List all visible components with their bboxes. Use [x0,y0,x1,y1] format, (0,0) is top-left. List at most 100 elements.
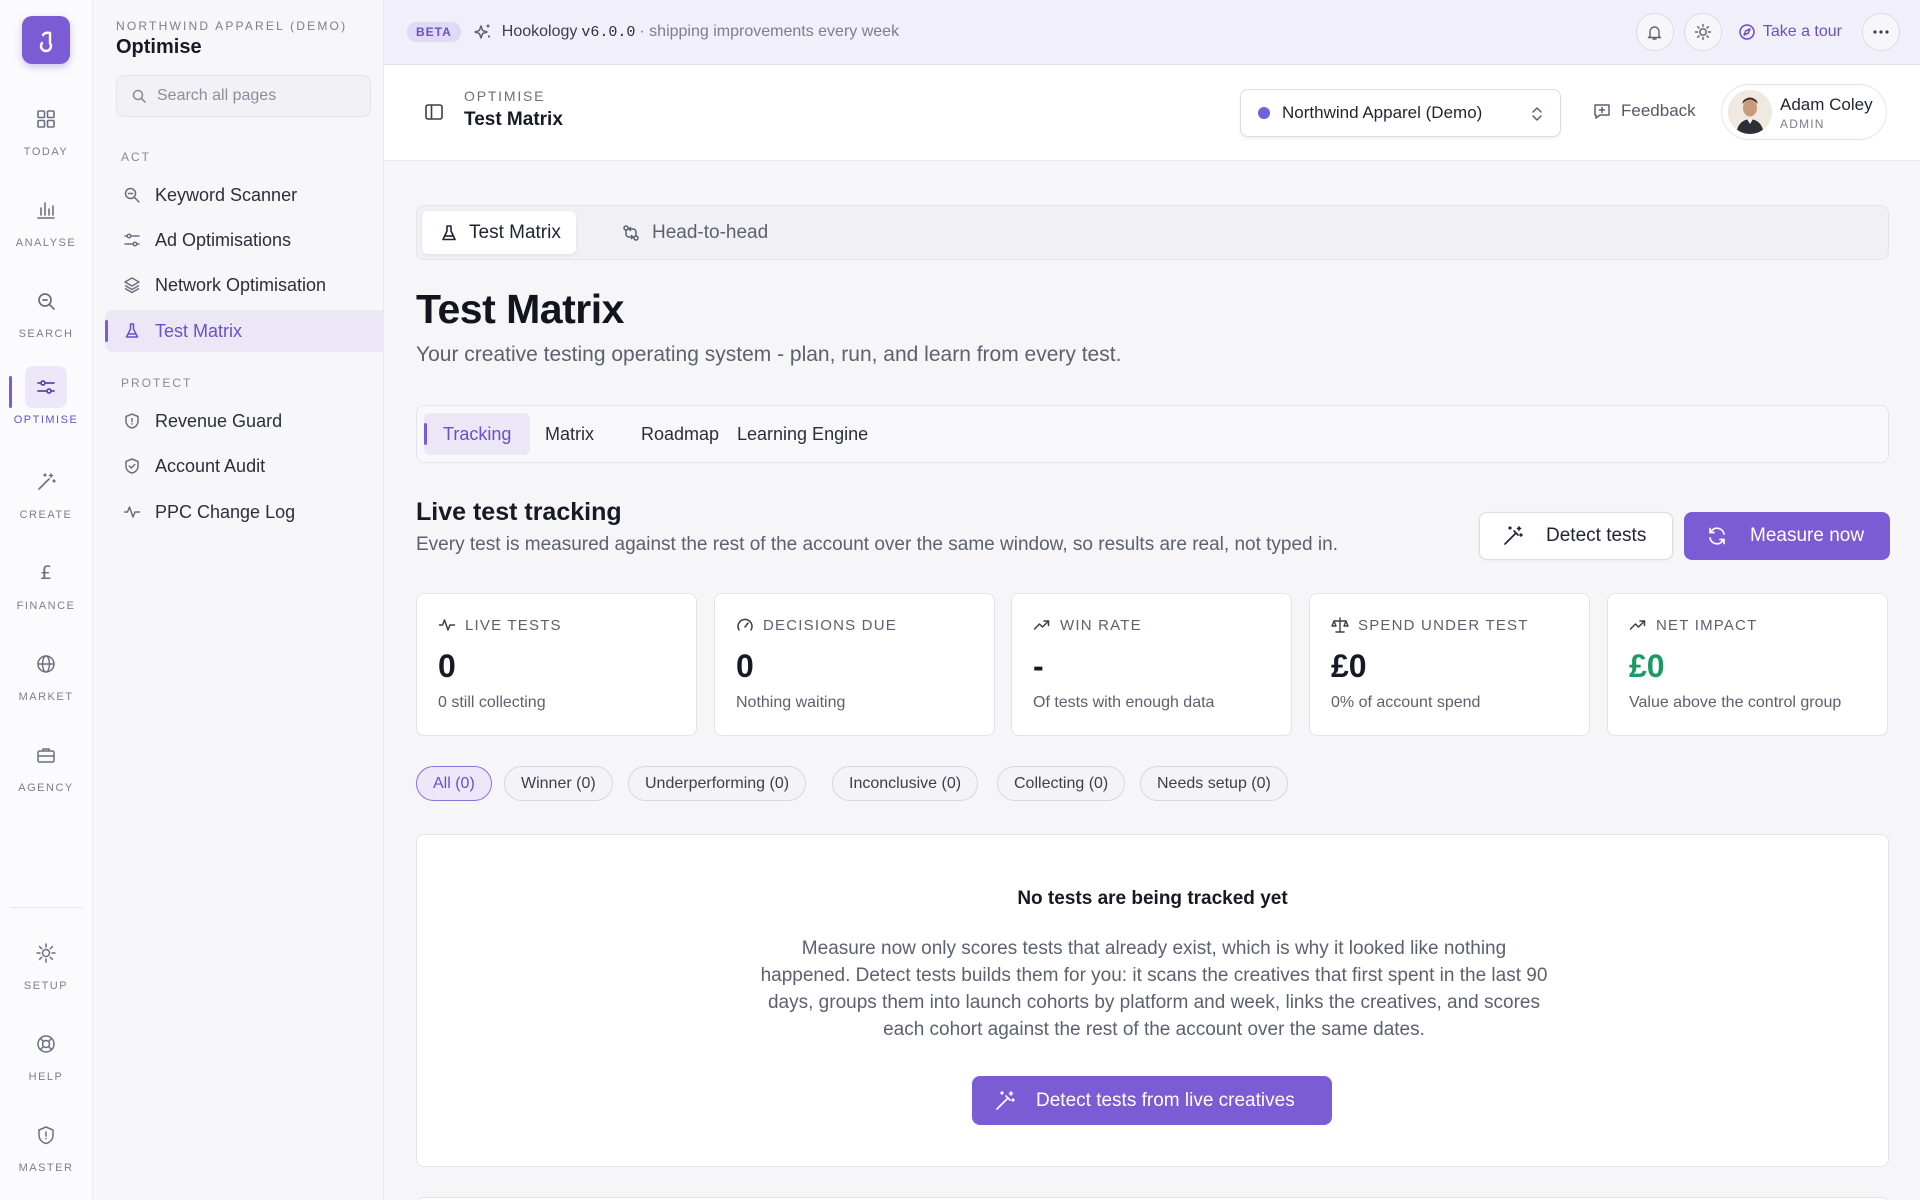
account-selector[interactable]: Northwind Apparel (Demo) [1240,89,1561,137]
sidebar-title: Optimise [116,36,202,58]
search-icon [131,88,147,104]
sidebar-toggle-icon[interactable] [424,102,444,122]
take-a-tour-link[interactable]: Take a tour [1738,23,1842,41]
detect-tests-button[interactable]: Detect tests [1479,512,1673,560]
rail-item-optimise[interactable]: Optimise [0,366,92,446]
sidebar-item-label: Ad Optimisations [155,229,292,250]
filter-chip-underperforming[interactable]: Underperforming (0) [628,766,807,801]
stat-value: £0 [1629,648,1665,684]
tab-label: Head-to-head [652,221,769,243]
sidebar-item-ad-optimisations[interactable]: Ad Optimisations [105,219,383,261]
trending-up-icon [1629,616,1647,634]
scale-icon [1331,616,1349,634]
filter-chip-inconclusive[interactable]: Inconclusive (0) [832,766,979,801]
pound-icon: £ [39,562,53,584]
stat-subtext: Of tests with enough data [1033,694,1215,711]
sidebar-item-test-matrix[interactable]: Test Matrix [105,310,383,352]
notifications-button[interactable] [1635,13,1674,51]
tab-label: Test Matrix [469,221,561,243]
sidebar-item-label: Keyword Scanner [155,184,298,205]
detect-tests-from-live-creatives-button[interactable]: Detect tests from live creatives [972,1076,1332,1125]
chevron-up-down-icon [1530,105,1544,123]
rail-item-help[interactable]: Help [0,1023,92,1103]
user-name: Adam Coley [1780,95,1873,114]
sliders-icon [25,366,67,408]
section-title: Live test tracking [416,498,622,526]
sidebar-item-label: Test Matrix [155,320,243,341]
rail-item-finance[interactable]: £ Finance [0,552,92,632]
beta-badge: BETA [407,22,461,42]
breadcrumb-page: Test Matrix [464,109,563,130]
sidebar-item-revenue-guard[interactable]: Revenue Guard [105,400,383,442]
shield-icon [25,1114,67,1156]
stat-label: Spend under test [1358,616,1529,634]
magic-wand-icon [1502,525,1524,547]
icon-rail: Today Analyse Search Optimise Create £ F… [0,0,93,1200]
rail-label: Create [19,509,73,521]
rail-item-create[interactable]: Create [0,461,92,541]
page-title: Test Matrix [416,286,624,332]
account-status-dot [1258,107,1270,119]
magic-wand-icon [994,1090,1016,1112]
sidebar-item-network-optimisation[interactable]: Network Optimisation [105,264,383,306]
stat-value: £0 [1331,648,1367,684]
user-menu[interactable]: Adam Coley ADMIN [1721,84,1887,140]
rail-label: Analyse [15,237,77,249]
tab-head-to-head[interactable]: Head-to-head [603,211,783,254]
rail-item-master[interactable]: Master [0,1114,92,1194]
sidebar-item-ppc-change-log[interactable]: PPC Change Log [105,491,383,533]
tab-matrix[interactable]: Matrix [526,413,613,455]
user-role: ADMIN [1780,117,1825,131]
sparkle-icon [473,22,493,42]
rail-label: Search [18,328,74,340]
theme-toggle-button[interactable] [1683,13,1722,51]
rail-item-agency[interactable]: Agency [0,734,92,814]
empty-state-body: Measure now only scores tests that alrea… [760,938,1548,1040]
rail-item-analyse[interactable]: Analyse [0,189,92,269]
tab-learning-engine[interactable]: Learning Engine [718,413,887,455]
empty-state-title: No tests are being tracked yet [1017,888,1288,909]
stat-label: Live tests [465,616,562,634]
layers-icon [123,276,141,294]
feedback-button[interactable]: Feedback [1592,101,1696,121]
more-options-button[interactable] [1862,13,1900,51]
rail-label: Optimise [13,414,79,426]
tab-tracking[interactable]: Tracking [424,413,531,455]
sidebar-item-label: PPC Change Log [155,501,296,522]
feedback-label: Feedback [1621,101,1696,120]
stat-card-win-rate: Win rate - Of tests with enough data [1011,593,1292,736]
stat-subtext: Nothing waiting [736,694,846,711]
stat-label: Win rate [1060,616,1142,634]
stat-card-spend-under-test: Spend under test £0 0% of account spend [1309,593,1590,736]
more-horizontal-icon [1873,30,1889,34]
gauge-icon [736,616,754,634]
sidebar-item-label: Account Audit [155,455,266,476]
product-name: Hookology [501,23,578,40]
sidebar-item-keyword-scanner[interactable]: Keyword Scanner [105,174,383,216]
filter-chip-all[interactable]: All (0) [416,766,492,801]
sidebar-item-label: Revenue Guard [155,410,283,431]
rail-item-setup[interactable]: Setup [0,932,92,1012]
measure-now-button[interactable]: Measure now [1684,512,1890,560]
rail-divider [10,907,83,908]
search-input[interactable] [157,87,357,105]
globe-icon [25,643,67,685]
search-box[interactable] [116,75,371,117]
rail-item-market[interactable]: Market [0,643,92,723]
stat-value: - [1033,648,1044,684]
app-logo[interactable] [22,16,70,64]
take-a-tour-label: Take a tour [1762,23,1842,40]
sidebar-item-account-audit[interactable]: Account Audit [105,445,383,487]
activity-icon [123,503,141,521]
workspace-name: Northwind Apparel (Demo) [116,19,348,33]
rail-item-today[interactable]: Today [0,98,92,178]
filter-chip-winner[interactable]: Winner (0) [504,766,613,801]
rail-item-search[interactable]: Search [0,280,92,360]
tab-test-matrix[interactable]: Test Matrix [422,211,576,254]
shield-check-icon [123,457,141,475]
section-tabs: Tracking Matrix Roadmap Learning Engine [416,405,1889,463]
stat-card-decisions-due: Decisions due 0 Nothing waiting [714,593,995,736]
message-plus-icon [1592,101,1612,121]
filter-chip-needs-setup[interactable]: Needs setup (0) [1140,766,1288,801]
filter-chip-collecting[interactable]: Collecting (0) [997,766,1126,801]
